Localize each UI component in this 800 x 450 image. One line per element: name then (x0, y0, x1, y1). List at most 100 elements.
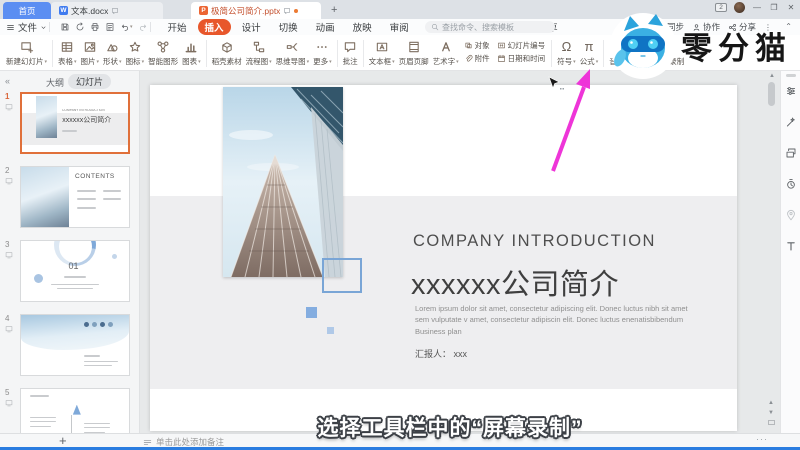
tab-presentation-label: 极简公司简介.pptx (211, 5, 280, 17)
shape-label: 形状 (103, 56, 118, 67)
ribbon-tab-插入[interactable]: 插入 (198, 19, 231, 35)
scrollbar-thumb[interactable] (768, 82, 775, 106)
tune-tool-button[interactable] (785, 85, 797, 97)
file-menu-button[interactable]: 文件 (6, 20, 47, 34)
docer-button[interactable]: 稻壳素材 (210, 38, 244, 67)
previous-slide-button[interactable]: ▲ (768, 400, 774, 406)
slide-number-label: 1 (5, 92, 17, 101)
slide-title-text[interactable]: xxxxxx公司简介 (411, 261, 619, 303)
tab-document[interactable]: W 文本.docx (51, 2, 163, 19)
textbox-label: 文本框 (369, 56, 392, 67)
slide-panel: « 大纲 幻灯片 1 COMPANY INTRODUCTION xxxxxx公司… (0, 71, 140, 433)
icon-library-label: 图标 (126, 56, 141, 67)
slide-number-button[interactable]: 幻灯片编号 (497, 40, 546, 51)
slide-thumbnail-5[interactable] (20, 388, 130, 433)
search-placeholder: 查找命令、搜索模板 (442, 22, 514, 33)
slide-thumbnail-3[interactable]: 01 (20, 240, 130, 302)
shape-button[interactable]: 形状▾ (101, 38, 124, 67)
new-tab-button[interactable]: + (331, 4, 337, 16)
skyscraper-photo[interactable] (223, 87, 343, 277)
command-search-input[interactable]: 查找命令、搜索模板 (425, 21, 555, 33)
undo-button[interactable]: ▾ (120, 22, 133, 32)
scroll-page-button[interactable] (768, 420, 775, 425)
pin-tool-button[interactable] (785, 209, 797, 221)
decor-square-outline[interactable] (322, 258, 362, 293)
slide-layout-indicator (5, 177, 13, 185)
more-button[interactable]: 更多▾ (311, 38, 334, 67)
formula-pi-icon: π (584, 39, 593, 54)
ribbon-tab-放映[interactable]: 放映 (346, 19, 379, 35)
slide-layout-indicator (5, 399, 13, 407)
ribbon-divider (603, 40, 604, 67)
table-button[interactable]: 表格▾ (56, 38, 79, 67)
icon-library-button[interactable]: 图标▾ (124, 38, 147, 67)
writer-doc-icon: W (59, 6, 68, 15)
new-slide-button[interactable]: 新建幻灯片▾ (4, 38, 49, 67)
search-icon (431, 23, 439, 31)
text-tool-button[interactable] (785, 240, 797, 252)
textbox-button[interactable]: 文本框▾ (367, 38, 397, 67)
print-button[interactable] (90, 22, 100, 32)
slide-number-label: 幻灯片编号 (508, 40, 546, 51)
ribbon-tab-切换[interactable]: 切换 (272, 19, 305, 35)
chart-button[interactable]: 图表▾ (180, 38, 203, 67)
slide-layout-indicator (5, 325, 13, 333)
new-slide-label: 新建幻灯片 (6, 56, 44, 67)
icon-library-icon (128, 40, 142, 54)
ribbon-tab-审阅[interactable]: 审阅 (383, 19, 416, 35)
next-slide-button[interactable]: ▼ (768, 410, 774, 416)
tab-presentation[interactable]: P 极简公司简介.pptx (191, 2, 321, 19)
datetime-button[interactable]: 日期和时间 (497, 53, 546, 64)
wordart-icon (439, 40, 453, 54)
slide-thumbnail-1[interactable]: COMPANY INTRODUCTION xxxxxx公司简介 (20, 92, 130, 154)
watermark-text: 零分猫 (681, 23, 792, 68)
export-icon (75, 22, 85, 32)
flowchart-button[interactable]: 流程图▾ (244, 38, 274, 67)
picture-button[interactable]: 图片▾ (79, 38, 102, 67)
table-icon (60, 40, 74, 54)
ribbon-tab-动画[interactable]: 动画 (309, 19, 342, 35)
slide-number-label: 2 (5, 166, 17, 175)
slide-number-label: 4 (5, 314, 17, 323)
slide-page[interactable]: COMPANY INTRODUCTION xxxxxx公司简介 Lorem ip… (150, 85, 737, 431)
more-icon (315, 40, 329, 54)
attachment-icon (464, 54, 473, 63)
file-menu-label: 文件 (18, 20, 37, 34)
mini-slide-icon (5, 177, 13, 185)
smartart-button[interactable]: 智能图形 (146, 38, 180, 67)
print-icon (90, 22, 100, 32)
cat-mascot-icon (608, 10, 678, 80)
header-footer-button[interactable]: 页眉页脚 (397, 38, 431, 67)
add-slide-button[interactable]: + (59, 433, 67, 448)
ribbon-tab-设计[interactable]: 设计 (235, 19, 268, 35)
comment-button[interactable]: 批注 (341, 38, 360, 67)
comment-bubble-icon (283, 7, 291, 15)
redo-button[interactable] (138, 22, 148, 32)
tab-home[interactable]: 首页 (3, 2, 51, 19)
timer-tool-button[interactable] (785, 178, 797, 190)
save-icon (60, 22, 70, 32)
object-button[interactable]: 对象 (464, 40, 490, 51)
tab-slides[interactable]: 幻灯片 (68, 74, 111, 89)
ribbon-tab-开始[interactable]: 开始 (161, 19, 194, 35)
wand-tool-button[interactable] (785, 116, 797, 128)
tab-home-label: 首页 (18, 5, 35, 17)
attachment-button[interactable]: 附件 (464, 53, 490, 64)
slide-eyebrow-text[interactable]: COMPANY INTRODUCTION (413, 232, 656, 251)
collapse-panel-button[interactable]: « (5, 76, 10, 86)
slide-presenter-text[interactable]: 汇报人： xxx (415, 347, 467, 360)
pin-icon (785, 209, 797, 221)
wordart-button[interactable]: 艺术字▾ (431, 38, 461, 67)
table-label: 表格 (58, 56, 73, 67)
save-button[interactable] (60, 22, 70, 32)
slide-thumbnail-4[interactable] (20, 314, 130, 376)
tab-outline[interactable]: 大纲 (46, 76, 64, 89)
export-button[interactable] (75, 22, 85, 32)
slide-layout-indicator (5, 103, 13, 111)
slide-thumbnail-2[interactable]: CONTENTS (20, 166, 130, 228)
mindmap-button[interactable]: 思维导图▾ (274, 38, 312, 67)
layout-icon (785, 147, 797, 159)
slide-body-text[interactable]: Lorem ipsum dolor sit amet, consectetur … (415, 303, 697, 337)
preview-button[interactable] (105, 22, 115, 32)
layout-tool-button[interactable] (785, 147, 797, 159)
